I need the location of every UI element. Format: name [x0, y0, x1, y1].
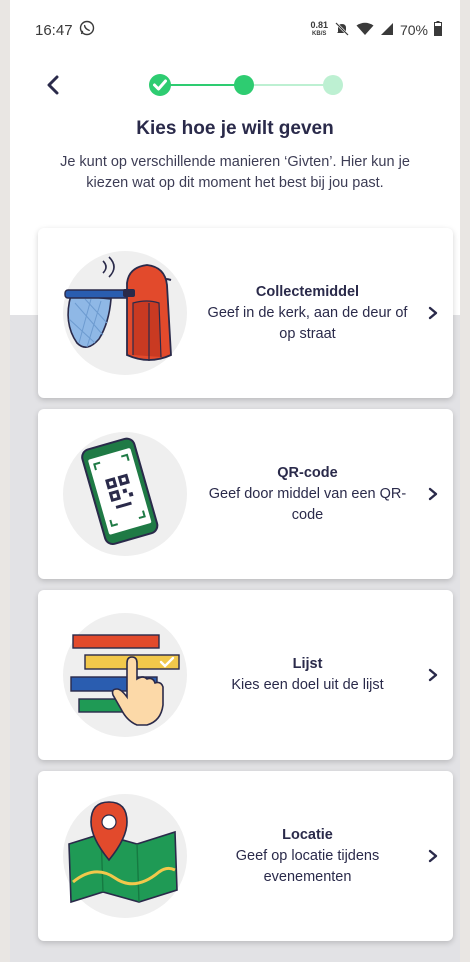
step-2-current-icon: [234, 75, 254, 95]
option-title: Lijst: [292, 656, 323, 672]
option-description: Geef door middel van een QR-code: [208, 485, 407, 523]
option-title: Collectemiddel: [255, 283, 360, 300]
whatsapp-icon: [79, 20, 95, 40]
chevron-right-icon: [413, 849, 453, 863]
back-button[interactable]: [38, 70, 68, 100]
option-description: Geef op locatie tijdens evenementen: [235, 847, 380, 885]
battery-icon: [434, 21, 442, 39]
map-pin-icon: [50, 781, 200, 931]
option-card-collectemiddel[interactable]: Collectemiddel Geef in de kerk, aan de d…: [38, 228, 453, 398]
battery-level: 70%: [399, 22, 428, 38]
list-select-icon: [50, 600, 200, 750]
chevron-right-icon: [413, 668, 453, 682]
option-title: QR-code: [277, 464, 338, 481]
status-time: 16:47: [35, 21, 73, 39]
progress-stepper: [146, 72, 356, 98]
network-speed: 0.81 KB/S: [310, 21, 328, 39]
option-card-qr-code[interactable]: QR-code Geef door middel van een QR-code: [38, 409, 453, 579]
collection-bag-icon: [50, 238, 200, 388]
option-card-locatie[interactable]: Locatie Geef op locatie tijdens evenemen…: [38, 771, 453, 941]
app-screen: 16:47 0.81 KB/S 70% Kies hoe je wilt gev…: [10, 0, 460, 962]
status-bar: 16:47 0.81 KB/S 70%: [10, 0, 460, 60]
mute-icon: [334, 21, 350, 40]
page-title: Kies hoe je wilt geven: [136, 118, 334, 139]
chevron-right-icon: [413, 487, 453, 501]
option-description: Geef in de kerk, aan de deur of op straa…: [207, 304, 408, 342]
chevron-left-icon: [47, 75, 59, 95]
network-speed-unit: KB/S: [312, 31, 327, 37]
step-1-complete-icon: [149, 74, 171, 96]
option-description: Kies een doel uit de lijst: [231, 677, 384, 693]
option-title: Locatie: [282, 826, 333, 843]
step-3-pending-icon: [323, 75, 343, 95]
qr-phone-icon: [50, 419, 200, 569]
wifi-icon: [356, 22, 374, 39]
cell-signal-icon: [380, 22, 394, 39]
page-subtitle: Je kunt op verschillende manieren ‘Givte…: [60, 154, 410, 191]
option-card-lijst[interactable]: Lijst Kies een doel uit de lijst: [38, 590, 453, 760]
network-speed-value: 0.81: [310, 20, 328, 30]
chevron-right-icon: [413, 306, 453, 320]
